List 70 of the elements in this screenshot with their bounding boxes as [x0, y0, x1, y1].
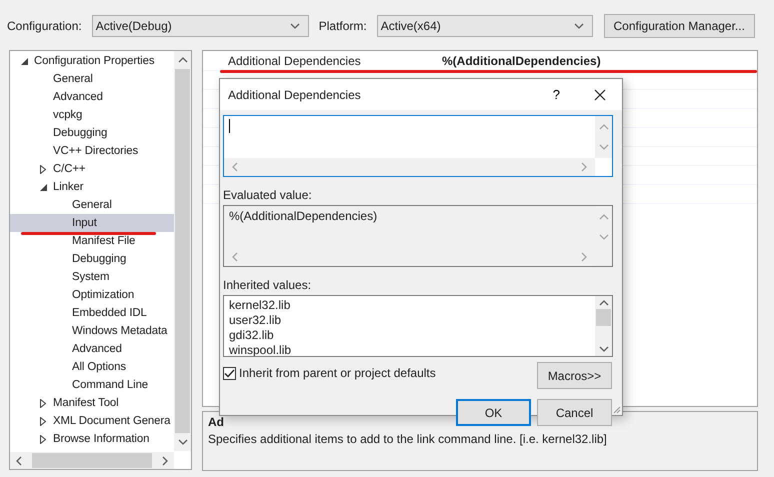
- tree-item[interactable]: C/C++: [10, 160, 174, 178]
- scroll-left-icon: [16, 456, 22, 466]
- description-title: Ad: [208, 415, 225, 431]
- scroll-thumb[interactable]: [596, 308, 611, 326]
- tree-item[interactable]: Debugging: [10, 250, 174, 268]
- help-button[interactable]: ?: [548, 87, 564, 102]
- scroll-left-icon: [232, 252, 238, 262]
- checkmark-icon: [224, 368, 235, 378]
- resize-grip-icon: [613, 406, 621, 414]
- configuration-manager-button[interactable]: Configuration Manager...: [604, 14, 755, 38]
- tree-item[interactable]: Advanced: [10, 88, 174, 106]
- close-icon: [594, 88, 606, 100]
- scroll-up-icon: [598, 124, 608, 130]
- list-item: user32.lib: [229, 313, 282, 328]
- tree-item[interactable]: Windows Metadata: [10, 322, 174, 340]
- tree-item[interactable]: System: [10, 268, 174, 286]
- scroll-down-icon: [598, 144, 608, 150]
- text-field[interactable]: [223, 115, 613, 177]
- field-label: Evaluated value:: [223, 188, 313, 202]
- property-value[interactable]: %(AdditionalDependencies): [442, 54, 601, 68]
- list-item: kernel32.lib: [229, 298, 292, 313]
- scroll-right-icon: [581, 162, 587, 172]
- close-button[interactable]: [592, 86, 608, 102]
- tree-item[interactable]: Debugging: [10, 124, 174, 142]
- list-item: gdi32.lib: [229, 328, 275, 343]
- horizontal-scrollbar[interactable]: [10, 452, 174, 469]
- scroll-up-icon: [598, 214, 608, 220]
- platform-dropdown[interactable]: Active(x64): [376, 15, 593, 37]
- tree-item[interactable]: Linker: [10, 178, 174, 196]
- scroll-up-icon: [598, 300, 608, 306]
- tree-item[interactable]: Manifest File: [10, 232, 174, 250]
- tree-item[interactable]: XML Document Genera: [10, 412, 174, 430]
- tree-item[interactable]: General: [10, 70, 174, 88]
- tree-item[interactable]: Command Line: [10, 376, 174, 394]
- tree-item[interactable]: General: [10, 196, 174, 214]
- description-text: Specifies additional items to add to the link command line. [i.e. kernel32.lib]: [208, 432, 608, 446]
- tree-item[interactable]: Optimization: [10, 286, 174, 304]
- scroll-left-icon: [232, 162, 238, 172]
- scroll-down-icon: [598, 346, 608, 352]
- scroll-thumb[interactable]: [175, 69, 190, 433]
- field-label: Inherited values:: [223, 278, 312, 292]
- tree-item[interactable]: All Options: [10, 358, 174, 376]
- dialog-button[interactable]: OK: [456, 399, 531, 426]
- tree-item[interactable]: Manifest Tool: [10, 394, 174, 412]
- tree-item[interactable]: Embedded IDL: [10, 304, 174, 322]
- text-caret: [229, 119, 230, 133]
- platform-label: Platform:: [318, 19, 367, 33]
- configuration-dropdown[interactable]: Active(Debug): [92, 15, 309, 37]
- macros-button[interactable]: Macros>>: [537, 362, 612, 389]
- scroll-thumb[interactable]: [32, 453, 152, 468]
- tree-item[interactable]: Browse Information: [10, 430, 174, 448]
- dialog-title: Additional Dependencies: [228, 88, 362, 102]
- tree-item[interactable]: VC++ Directories: [10, 142, 174, 160]
- evaluated-value: %(AdditionalDependencies): [229, 209, 378, 223]
- caret-icon: [574, 23, 584, 29]
- inherit-checkbox[interactable]: Inherit from parent or project defaults: [223, 366, 436, 380]
- caret-icon: [290, 23, 300, 29]
- scroll-up-icon: [178, 57, 188, 63]
- property-name: Additional Dependencies: [227, 54, 362, 68]
- dialog-button[interactable]: Cancel: [537, 399, 612, 426]
- tree-item[interactable]: Configuration Properties: [10, 52, 174, 70]
- scroll-right-icon: [162, 456, 168, 466]
- scroll-down-icon: [178, 439, 188, 445]
- vertical-scrollbar[interactable]: [174, 51, 191, 451]
- tree-item[interactable]: Input: [10, 214, 174, 232]
- tree-item[interactable]: Advanced: [10, 340, 174, 358]
- scroll-down-icon: [598, 234, 608, 240]
- tree-item[interactable]: vcpkg: [10, 106, 174, 124]
- scroll-right-icon: [581, 252, 587, 262]
- configuration-label: Configuration:: [7, 19, 82, 33]
